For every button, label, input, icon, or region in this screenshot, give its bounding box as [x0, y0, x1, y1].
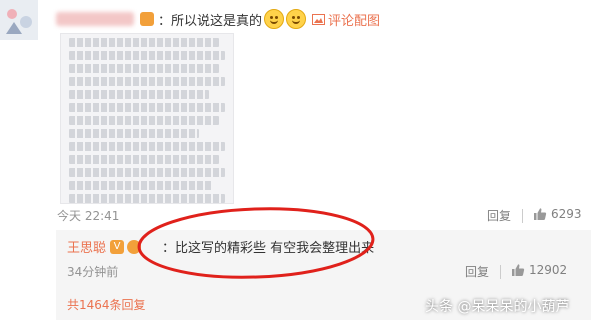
like-icon — [512, 264, 525, 276]
reply-label: 回复 — [487, 209, 512, 223]
comment-line: ：所以说这是真的 评论配图 — [56, 8, 380, 30]
member-crown-icon — [127, 239, 142, 254]
comment-image-label: 评论配图 — [328, 13, 381, 29]
comment-like-button[interactable]: 6293 — [533, 207, 582, 221]
commenter-avatar[interactable] — [0, 0, 38, 40]
like-icon — [534, 208, 547, 220]
comment-text: ：所以说这是真的 — [158, 13, 263, 29]
divider — [500, 265, 501, 279]
total-replies-link[interactable]: 共1464条回复 — [67, 296, 146, 313]
comment-image-icon — [312, 13, 326, 25]
user-badge-icon — [140, 12, 154, 26]
reply-label: 回复 — [465, 265, 490, 279]
comment-time: 今天 22:41 — [57, 209, 120, 223]
commenter-name-blurred[interactable] — [56, 12, 134, 26]
reply-time: 34分钟前 — [67, 265, 119, 279]
smile-emoji-icon — [286, 9, 307, 29]
smile-emoji-icon — [264, 9, 285, 29]
comment-reply-button[interactable]: 回复 — [487, 207, 511, 224]
reply-author[interactable]: 王思聪 V — [67, 237, 142, 256]
comment-image-link[interactable]: 评论配图 — [312, 10, 380, 29]
like-count: 12902 — [529, 263, 568, 277]
verified-v-icon: V — [110, 239, 125, 254]
reply-text: ：比这写的精彩些 有空我会整理出来 — [162, 241, 375, 256]
reply-author-name: 王思聪 — [67, 241, 107, 256]
reply-like-button[interactable]: 12902 — [511, 263, 567, 277]
like-count: 6293 — [551, 207, 582, 221]
comment-attached-image[interactable] — [60, 33, 234, 204]
divider — [522, 209, 523, 223]
reply-reply-button[interactable]: 回复 — [465, 263, 489, 280]
watermark: 头条 @呆呆呆的小葫芦 — [425, 299, 570, 315]
